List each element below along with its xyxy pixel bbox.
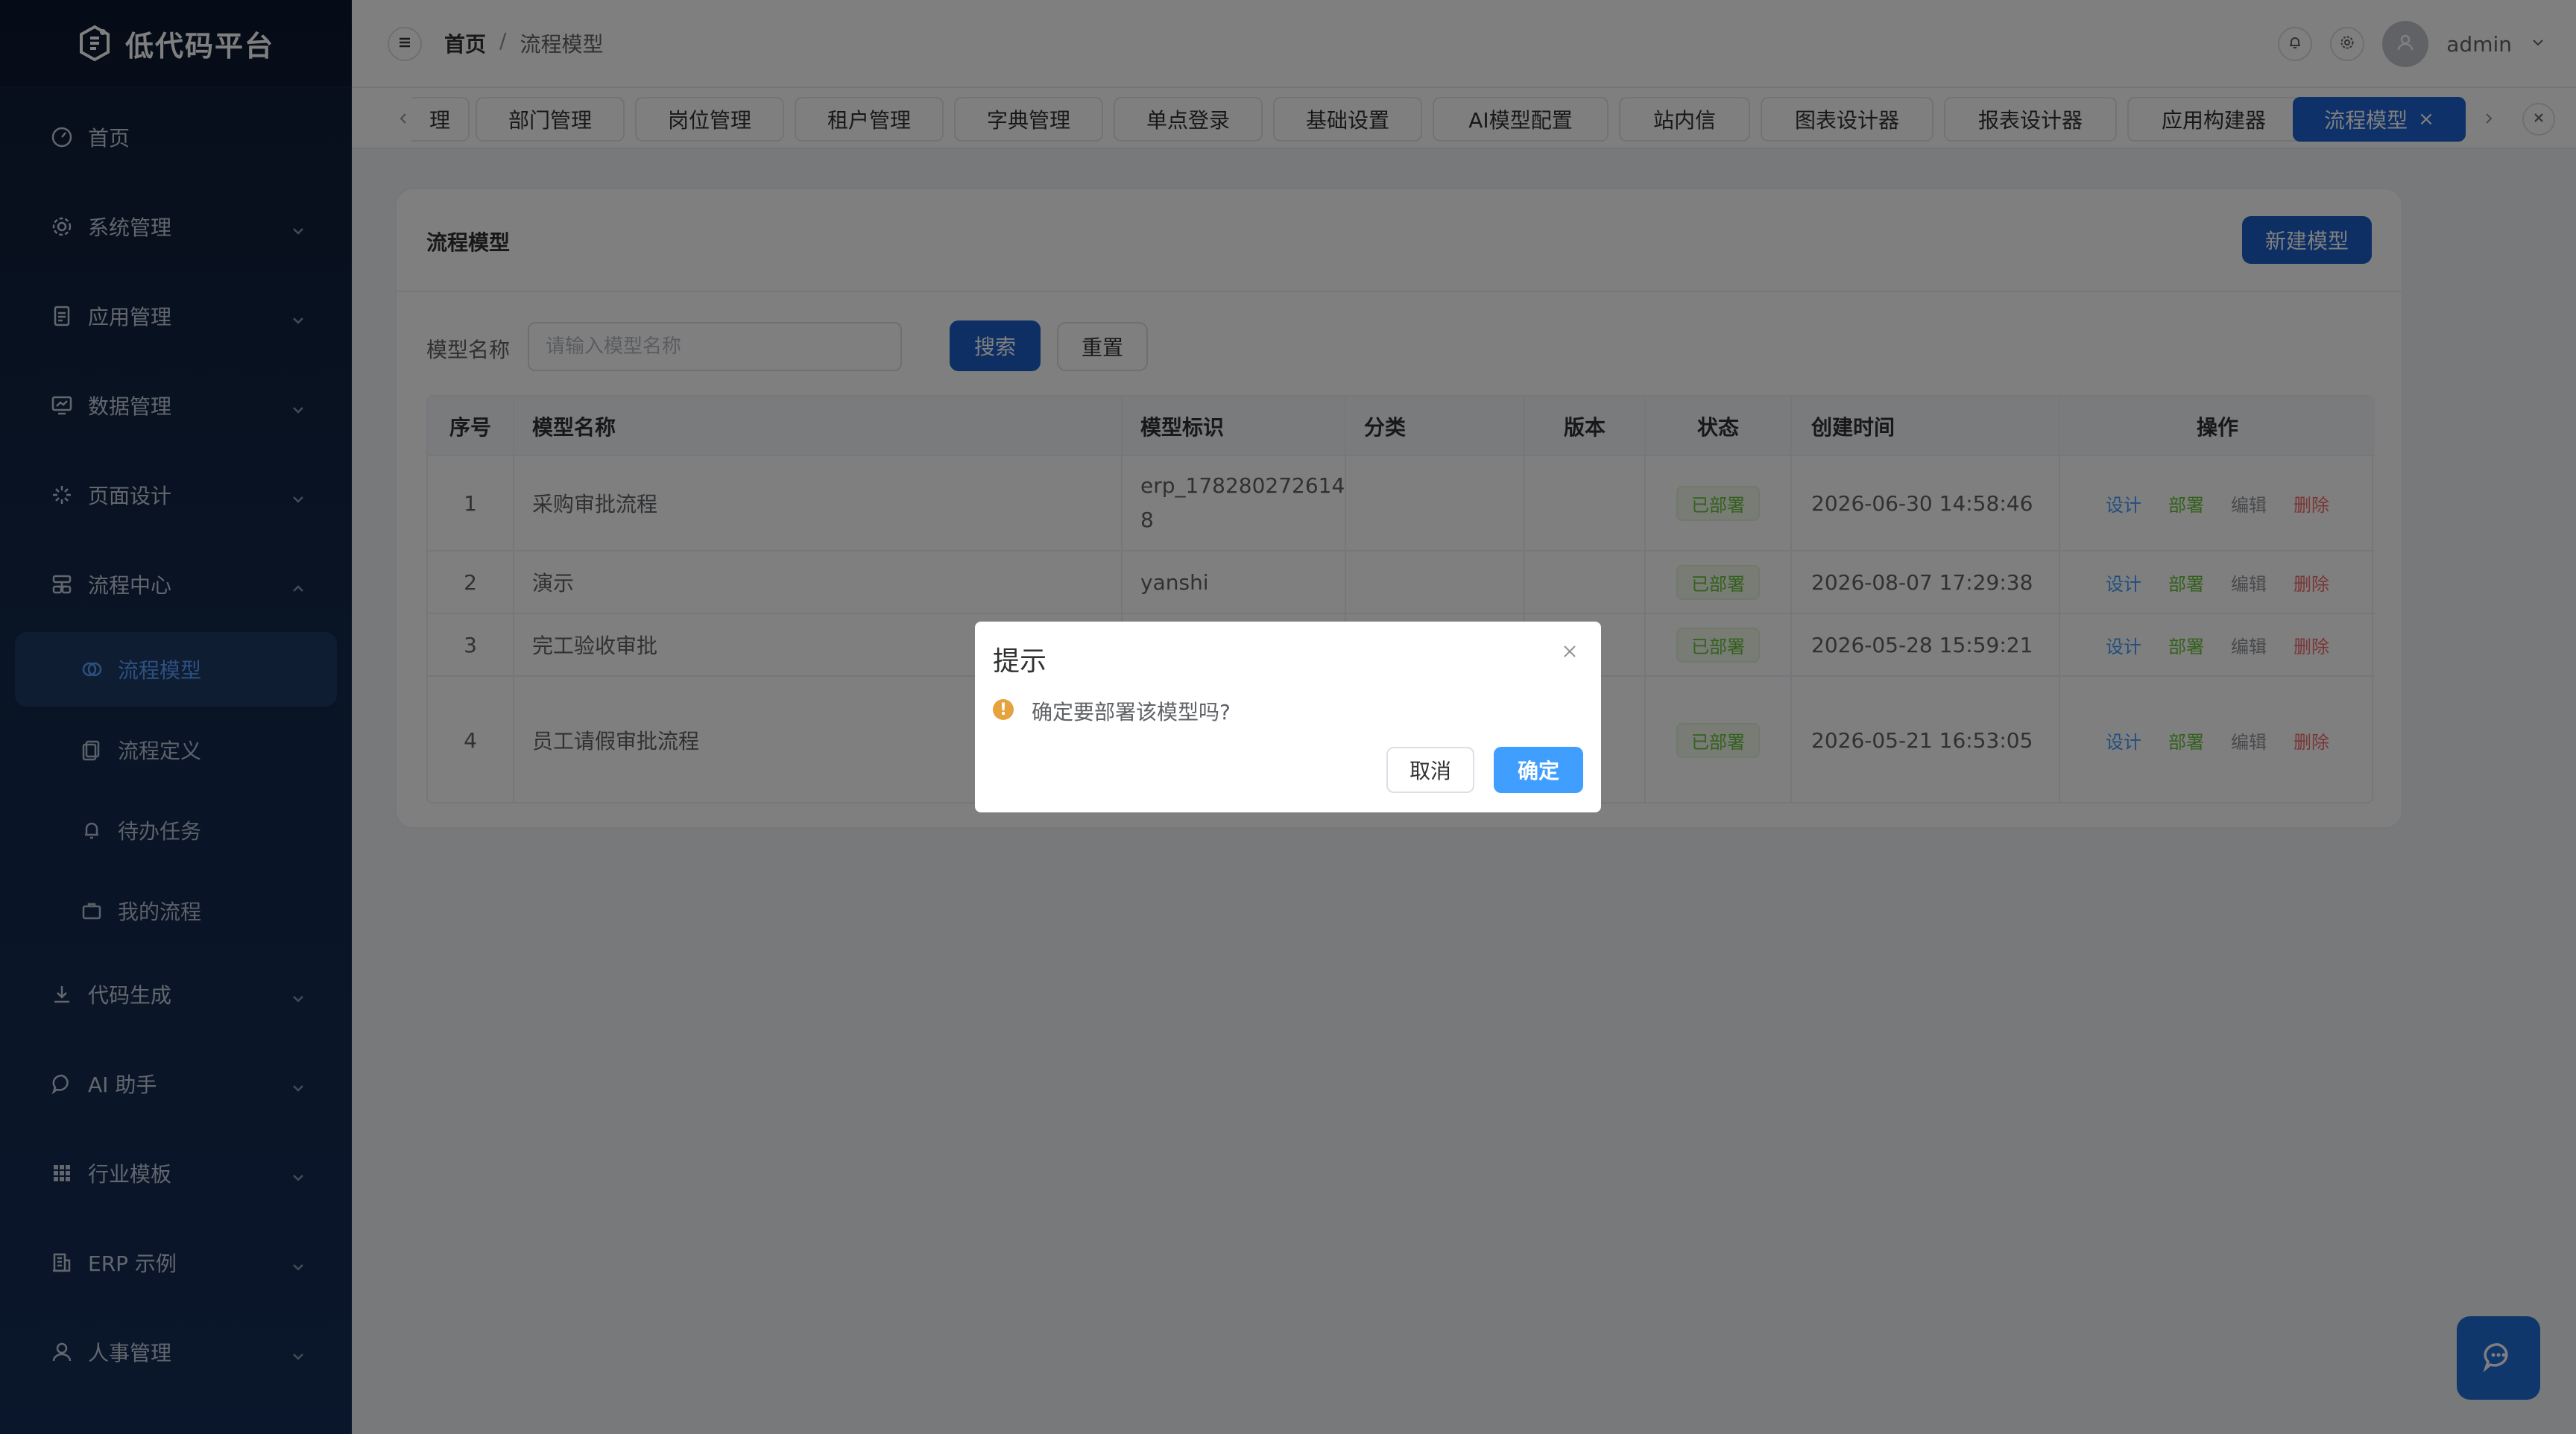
- cancel-button[interactable]: 取消: [1386, 747, 1474, 793]
- warning-icon: !: [993, 699, 1014, 720]
- dialog-message: 确定要部署该模型吗?: [1032, 700, 1231, 724]
- confirm-dialog: 提示 ! 确定要部署该模型吗? 取消 确定: [975, 622, 1601, 812]
- confirm-button[interactable]: 确定: [1494, 747, 1583, 793]
- dialog-title: 提示: [993, 646, 1047, 677]
- close-icon[interactable]: [1556, 638, 1583, 665]
